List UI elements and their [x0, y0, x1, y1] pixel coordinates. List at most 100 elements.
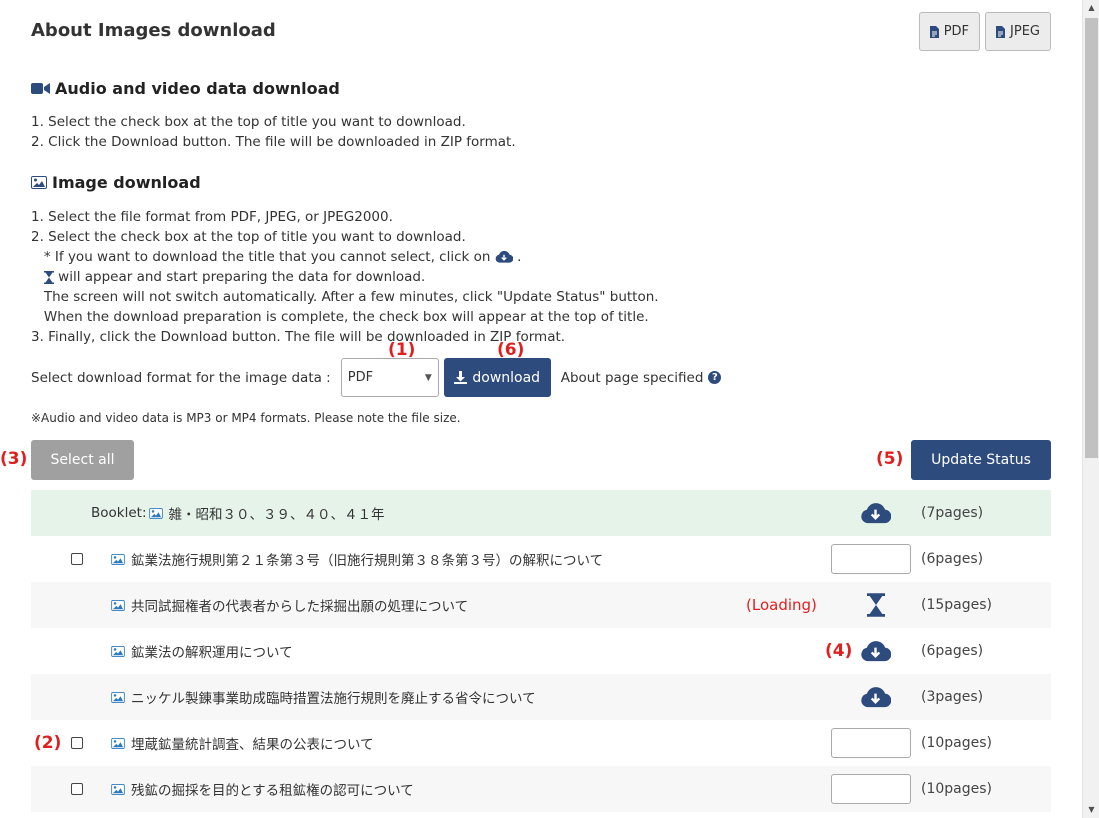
item-title-text: 共同試掘権者の代表者からした採掘出願の処理について	[131, 599, 469, 615]
download-button-label: download	[472, 369, 541, 386]
pdf-guide-button[interactable]: PDF	[918, 12, 981, 51]
image-icon	[111, 645, 125, 657]
file-size-note: ※Audio and video data is MP3 or MP4 form…	[31, 411, 461, 425]
image-icon	[111, 599, 125, 611]
item-title: ニッケル製錬事業助成臨時措置法施行規則を廃止する省令について	[111, 687, 536, 707]
image-step-2-note-c: The screen will not switch automatically…	[31, 289, 659, 305]
image-steps: 1. Select the file format from PDF, JPEG…	[31, 207, 659, 347]
item-pages: (6pages)	[921, 551, 984, 567]
item-title-text: 鉱業法施行規則第２１条第３号（旧施行規則第３８条第３号）の解釈について	[131, 553, 604, 569]
list-item: (2) 埋蔵鉱量統計調査、結果の公表について (10pages)	[31, 720, 1051, 766]
guide-buttons: PDF JPEG	[918, 12, 1051, 51]
pdf-file-icon	[996, 25, 1006, 38]
cloud-download-icon[interactable]	[860, 640, 891, 663]
item-pages: (6pages)	[921, 643, 984, 659]
video-camera-icon	[31, 83, 50, 94]
page-specified-label: About page specified	[560, 369, 704, 386]
image-step-2-note-a: * If you want to download the title that…	[31, 247, 659, 267]
hourglass-icon	[867, 593, 885, 617]
image-step-1: 1. Select the file format from PDF, JPEG…	[31, 209, 393, 225]
booklet-title-text: 雑・昭和３０、３９、４０、４１年	[168, 507, 385, 523]
scroll-down-arrow[interactable]: ▼	[1083, 802, 1099, 818]
av-steps: 1. Select the check box at the top of ti…	[31, 112, 516, 152]
help-icon[interactable]: ?	[708, 371, 722, 384]
hourglass-icon	[43, 270, 54, 284]
marker-1: (1)	[388, 340, 416, 360]
image-section-heading: Image download	[31, 173, 201, 192]
scroll-up-arrow[interactable]: ▲	[1083, 0, 1099, 16]
update-status-button[interactable]: Update Status	[911, 440, 1051, 480]
image-icon	[111, 553, 125, 565]
select-all-button[interactable]: Select all	[31, 440, 134, 480]
item-title: 共同試掘権者の代表者からした採掘出願の処理について	[111, 595, 468, 615]
cloud-download-icon	[495, 250, 513, 263]
scrollbar-thumb[interactable]	[1085, 18, 1098, 458]
item-pages: (10pages)	[921, 735, 992, 751]
item-title-text: 残鉱の掘採を目的とする租鉱権の認可について	[131, 783, 414, 799]
image-section-title: Image download	[52, 173, 201, 192]
note-b-text: will appear and start preparing the data…	[58, 269, 426, 285]
image-icon	[111, 691, 125, 703]
av-step-1: 1. Select the check box at the top of ti…	[31, 114, 466, 130]
list-item: ニッケル製錬事業助成臨時措置法施行規則を廃止する省令について (3pages)	[31, 674, 1051, 720]
image-icon	[148, 507, 163, 519]
item-title-text: ニッケル製錬事業助成臨時措置法施行規則を廃止する省令について	[131, 691, 536, 707]
item-title: 鉱業法の解釈運用について	[111, 641, 293, 661]
note-a-end: .	[517, 249, 522, 265]
item-pages: (10pages)	[921, 781, 992, 797]
marker-4: (4)	[825, 641, 853, 661]
jpeg-guide-label: JPEG	[1010, 24, 1040, 39]
format-select[interactable]: PDF ▼	[340, 358, 439, 397]
pdf-guide-label: PDF	[943, 24, 970, 39]
item-checkbox[interactable]	[71, 737, 83, 749]
format-row: Select download format for the image dat…	[31, 358, 722, 397]
av-step-2: 2. Click the Download button. The file w…	[31, 134, 516, 150]
image-icon	[31, 176, 47, 189]
av-section-heading: Audio and video data download	[31, 79, 340, 98]
page-title: About Images download	[31, 20, 276, 41]
cloud-download-icon[interactable]	[860, 502, 891, 525]
item-pages: (15pages)	[921, 597, 992, 613]
list-item: 共同試掘権者の代表者からした採掘出願の処理について (Loading) (15p…	[31, 582, 1051, 628]
item-title-text: 鉱業法の解釈運用について	[131, 645, 293, 661]
image-step-3: 3. Finally, click the Download button. T…	[31, 329, 566, 345]
item-checkbox[interactable]	[71, 553, 83, 565]
item-checkbox[interactable]	[71, 783, 83, 795]
jpeg-guide-button[interactable]: JPEG	[985, 12, 1051, 51]
marker-5: (5)	[876, 449, 904, 469]
page-specified-link[interactable]: About page specified ?	[561, 370, 722, 386]
marker-3: (3)	[0, 449, 28, 469]
chevron-down-icon: ▼	[424, 372, 432, 383]
image-step-2-note-d: When the download preparation is complet…	[31, 309, 649, 325]
booklet-pages: (7pages)	[921, 505, 984, 521]
note-a-text: * If you want to download the title that…	[31, 249, 491, 265]
booklet-title: Booklet: 雑・昭和３０、３９、４０、４１年	[91, 503, 385, 523]
image-icon	[111, 737, 125, 749]
page-range-input[interactable]	[831, 728, 911, 758]
page-range-input[interactable]	[831, 774, 911, 804]
list-item: 残鉱の掘採を目的とする租鉱権の認可について (10pages)	[31, 766, 1051, 812]
list-item: 鉱業法施行規則第２１条第３号（旧施行規則第３８条第３号）の解釈について (6pa…	[31, 536, 1051, 582]
item-title: 埋蔵鉱量統計調査、結果の公表について	[111, 733, 374, 753]
marker-2: (2)	[34, 733, 62, 753]
format-label: Select download format for the image dat…	[31, 369, 331, 386]
item-title: 鉱業法施行規則第２１条第３号（旧施行規則第３８条第３号）の解釈について	[111, 549, 603, 569]
format-select-value: PDF	[347, 370, 374, 385]
av-section-title: Audio and video data download	[55, 79, 340, 98]
list-item: 鉱業法の解釈運用について (4) (6pages)	[31, 628, 1051, 674]
pdf-file-icon	[929, 25, 939, 38]
marker-6: (6)	[497, 340, 525, 360]
download-button[interactable]: download	[443, 358, 551, 397]
image-step-2-note-b: will appear and start preparing the data…	[31, 267, 659, 287]
download-icon	[454, 371, 468, 384]
item-title: 残鉱の掘採を目的とする租鉱権の認可について	[111, 779, 414, 799]
booklet-prefix: Booklet:	[91, 505, 147, 521]
item-pages: (3pages)	[921, 689, 984, 705]
loading-label: (Loading)	[746, 596, 817, 614]
cloud-download-icon[interactable]	[860, 686, 891, 709]
booklet-row: Booklet: 雑・昭和３０、３９、４０、４１年 (7pages)	[31, 490, 1051, 536]
image-step-2: 2. Select the check box at the top of ti…	[31, 229, 466, 245]
item-title-text: 埋蔵鉱量統計調査、結果の公表について	[131, 737, 374, 753]
page-range-input[interactable]	[831, 544, 911, 574]
vertical-scrollbar[interactable]: ▲ ▼	[1082, 0, 1099, 818]
